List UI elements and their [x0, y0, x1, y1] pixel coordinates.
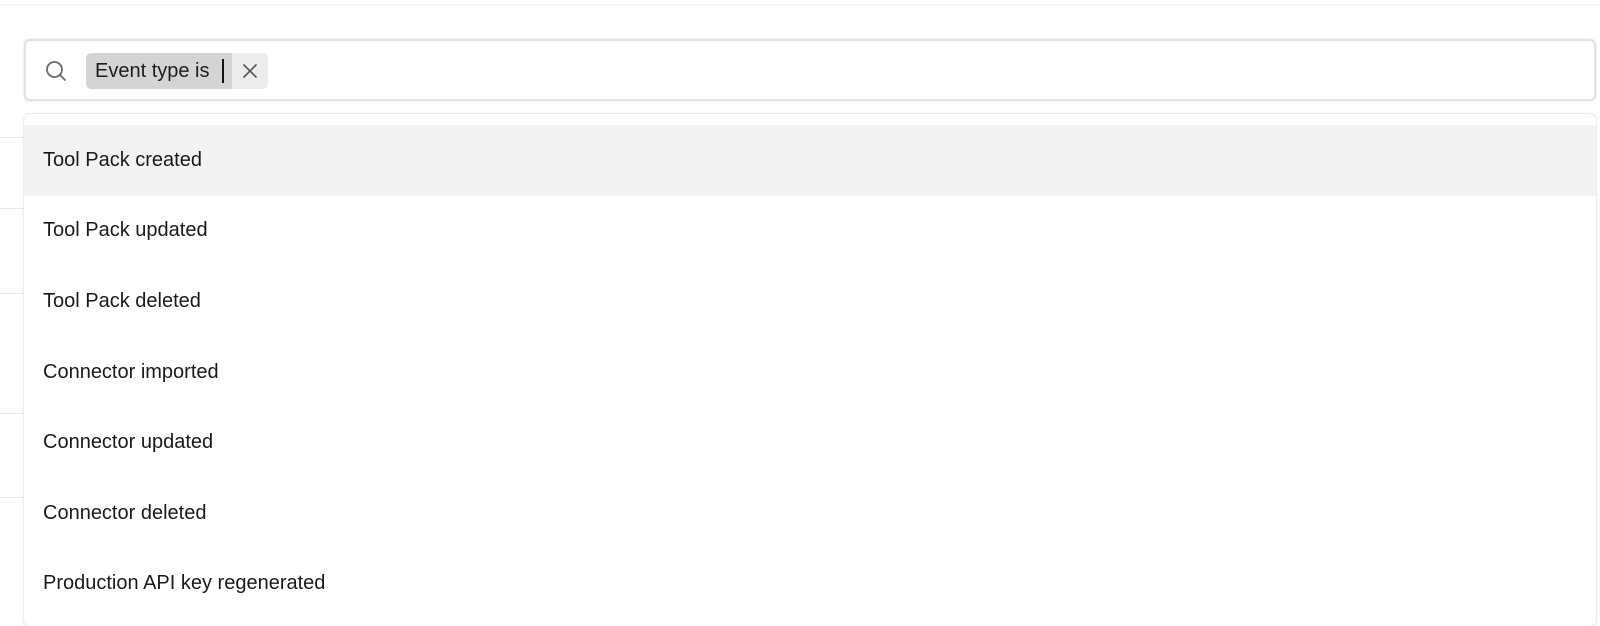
option-connector-updated[interactable]: Connector updated — [24, 407, 1596, 478]
event-type-options: Tool Pack created Tool Pack updated Tool… — [24, 125, 1596, 619]
page: Event type is Tool Pack created Tool Pac… — [0, 0, 1600, 626]
option-connector-deleted[interactable]: Connector deleted — [24, 478, 1596, 549]
search-filter-input[interactable]: Event type is — [24, 39, 1596, 101]
option-tool-pack-deleted[interactable]: Tool Pack deleted — [24, 266, 1596, 337]
filter-chip-label: Event type is — [95, 59, 210, 82]
filter-chip[interactable]: Event type is — [86, 53, 268, 89]
background-row-divider — [0, 137, 26, 138]
search-icon — [44, 59, 68, 83]
background-row-divider — [0, 293, 26, 294]
option-tool-pack-updated[interactable]: Tool Pack updated — [24, 196, 1596, 267]
top-divider — [0, 4, 1600, 5]
close-icon — [242, 64, 257, 78]
background-row-divider — [0, 497, 26, 498]
filter-chip-label-wrapper[interactable]: Event type is — [86, 53, 232, 89]
remove-filter-button[interactable] — [231, 53, 268, 89]
option-connector-imported[interactable]: Connector imported — [24, 337, 1596, 408]
option-production-api-key-regenerated[interactable]: Production API key regenerated — [24, 549, 1596, 620]
option-tool-pack-created[interactable]: Tool Pack created — [24, 125, 1596, 196]
background-row-divider — [0, 208, 26, 209]
background-row-divider — [0, 413, 26, 414]
event-type-dropdown: Tool Pack created Tool Pack updated Tool… — [24, 114, 1596, 626]
text-cursor — [221, 59, 224, 83]
